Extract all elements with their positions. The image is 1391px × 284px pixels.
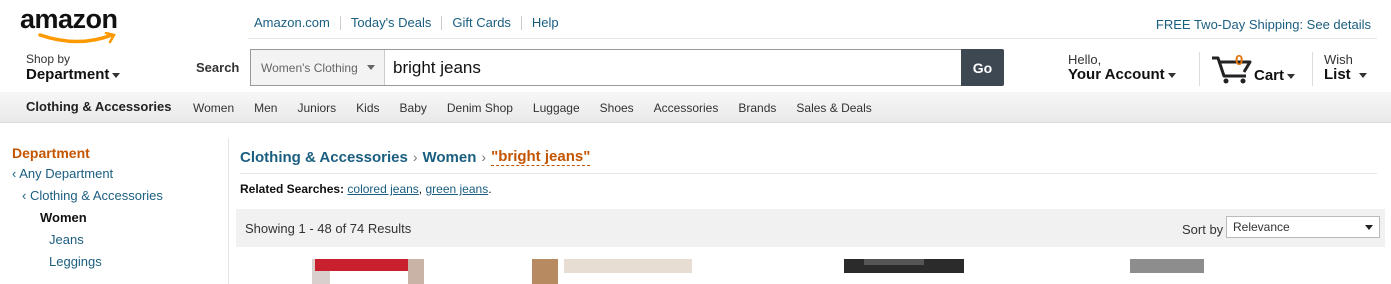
breadcrumb: Clothing & Accessories › Women › "bright… — [240, 148, 591, 166]
chevron-down-icon — [1358, 72, 1367, 78]
results-count: Showing 1 - 48 of 74 Results — [245, 221, 412, 236]
category-bar: Clothing & Accessories Women Men Juniors… — [0, 92, 1391, 123]
sidebar-item-leggings[interactable]: Leggings — [12, 251, 163, 273]
free-shipping-link[interactable]: FREE Two-Day Shipping: See details — [1156, 17, 1371, 32]
nav-todays-deals[interactable]: Today's Deals — [339, 16, 442, 30]
sidebar-item-jeans[interactable]: Jeans — [12, 229, 163, 251]
chevron-down-icon — [366, 65, 375, 70]
any-department-link[interactable]: ‹ Any Department — [12, 163, 163, 185]
red-shirt — [315, 259, 411, 271]
category-links: Women Men Juniors Kids Baby Denim Shop L… — [183, 101, 882, 115]
department-label: Department — [26, 66, 110, 83]
amazon-logo[interactable]: amazon — [20, 4, 140, 44]
product-image[interactable] — [532, 259, 692, 284]
your-account-label: Your Account — [1068, 66, 1165, 83]
wish-label: Wish — [1324, 52, 1353, 67]
chevron-down-icon — [112, 72, 121, 78]
sort-dropdown[interactable]: Relevance — [1226, 216, 1380, 238]
clothing-accessories-link[interactable]: ‹ Clothing & Accessories — [12, 185, 163, 207]
department-heading: Department — [12, 145, 90, 161]
related-colored-jeans[interactable]: colored jeans — [347, 182, 418, 196]
nav-amazon-com[interactable]: Amazon.com — [240, 16, 340, 30]
product-image[interactable] — [1130, 259, 1204, 284]
chevron-down-icon — [1167, 72, 1176, 78]
cart-icon — [1212, 56, 1252, 84]
hello-label: Hello, — [1068, 52, 1102, 67]
shop-by-label: Shop by — [26, 52, 71, 66]
list-label: List — [1324, 66, 1351, 83]
cat-link-men[interactable]: Men — [244, 101, 287, 115]
search-scope-value: Women's Clothing — [261, 60, 358, 75]
sort-value: Relevance — [1233, 220, 1290, 234]
shop-by-department-button[interactable]: Shop by Department — [26, 52, 121, 83]
cat-link-juniors[interactable]: Juniors — [287, 101, 346, 115]
tan-area — [532, 259, 558, 284]
divider — [1312, 52, 1313, 86]
chevron-down-icon — [1287, 73, 1296, 79]
related-searches: Related Searches: colored jeans, green j… — [240, 182, 492, 196]
breadcrumb-divider — [240, 173, 1377, 174]
related-end: . — [488, 182, 492, 196]
nav-help[interactable]: Help — [520, 16, 569, 30]
breadcrumb-query: "bright jeans" — [491, 148, 591, 166]
skin-area — [408, 259, 424, 284]
sidebar-divider — [228, 138, 229, 284]
search-input[interactable] — [385, 50, 962, 85]
breadcrumb-women[interactable]: Women — [423, 149, 477, 166]
sort-label: Sort by — [1182, 222, 1224, 237]
breadcrumb-separator: › — [481, 149, 487, 165]
category-title[interactable]: Clothing & Accessories — [26, 99, 171, 114]
top-divider — [248, 38, 1377, 39]
related-separator: , — [418, 182, 423, 196]
cat-link-kids[interactable]: Kids — [346, 101, 389, 115]
divider — [1199, 52, 1200, 86]
your-account-button[interactable]: Hello, Your Account — [1068, 53, 1176, 83]
breadcrumb-clothing[interactable]: Clothing & Accessories — [240, 149, 408, 166]
top-nav: Amazon.com Today's Deals Gift Cards Help — [240, 16, 569, 30]
cart-label: Cart — [1254, 67, 1285, 84]
logo-text: amazon — [20, 4, 118, 34]
department-sidebar: Department ‹ Any Department ‹ Clothing &… — [12, 145, 163, 273]
product-image[interactable] — [312, 259, 424, 284]
cat-link-accessories[interactable]: Accessories — [644, 101, 729, 115]
wish-list-button[interactable]: Wish List — [1324, 53, 1367, 83]
smile-icon — [38, 32, 116, 44]
search-scope-dropdown[interactable]: Women's Clothing — [251, 50, 385, 85]
dark-detail — [864, 259, 924, 265]
product-image[interactable] — [844, 259, 964, 284]
grey-top — [1130, 259, 1204, 273]
cat-link-luggage[interactable]: Luggage — [523, 101, 590, 115]
results-bar: Showing 1 - 48 of 74 Results Sort by Rel… — [236, 209, 1385, 247]
cart-count: 0 — [1235, 52, 1244, 69]
women-current: Women — [40, 210, 87, 225]
go-button[interactable]: Go — [961, 49, 1004, 86]
cat-link-baby[interactable]: Baby — [390, 101, 437, 115]
related-label: Related Searches: — [240, 182, 345, 196]
cat-link-sales-deals[interactable]: Sales & Deals — [786, 101, 881, 115]
cat-link-women[interactable]: Women — [183, 101, 244, 115]
nav-gift-cards[interactable]: Gift Cards — [441, 16, 521, 30]
chevron-down-icon — [1365, 225, 1373, 230]
cat-link-brands[interactable]: Brands — [728, 101, 786, 115]
beige-top — [564, 259, 692, 273]
breadcrumb-separator: › — [412, 149, 418, 165]
search-bar: Women's Clothing — [250, 49, 962, 86]
cat-link-denim-shop[interactable]: Denim Shop — [437, 101, 523, 115]
search-label: Search — [196, 60, 240, 75]
cat-link-shoes[interactable]: Shoes — [590, 101, 644, 115]
related-green-jeans[interactable]: green jeans — [425, 182, 488, 196]
